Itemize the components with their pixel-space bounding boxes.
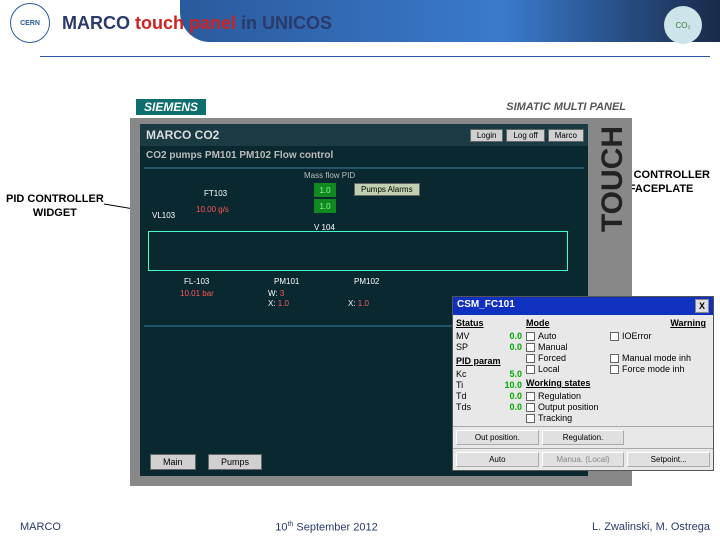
setpoint-button[interactable]: Setpoint... [627, 452, 710, 467]
vendor-badge: SIEMENS [136, 99, 206, 115]
sp-label: SP [456, 342, 468, 352]
auto-checkbox[interactable] [526, 332, 535, 341]
panel-bezel: SIEMENS SIMATIC MULTI PANEL [130, 96, 632, 118]
manual-local-button[interactable]: Manua. (Local) [542, 452, 625, 467]
outposition-button[interactable]: Out position. [456, 430, 539, 445]
tds-value: 0.0 [496, 402, 522, 412]
value-pm102-x: X: 1.0 [348, 299, 369, 308]
forced-label: Forced [538, 353, 566, 363]
faceplate-title: CSM_FC101 [457, 299, 515, 313]
annotation-widget: PID CONTROLLER WIDGET [6, 192, 104, 221]
outpos-checkbox[interactable] [526, 403, 535, 412]
tag-pm101: PM101 [274, 277, 299, 286]
kc-value: 5.0 [496, 369, 522, 379]
faceplate-titlebar[interactable]: CSM_FC101 X [453, 297, 713, 315]
td-label: Td [456, 391, 467, 401]
pid-widget-1[interactable]: 1.0 [314, 183, 336, 197]
user-badge: Marco [548, 129, 584, 142]
annotation-widget-l1: PID CONTROLLER [6, 192, 104, 206]
pumps-alarms-button[interactable]: Pumps Alarms [354, 183, 420, 196]
ioerror-label: IOError [622, 331, 652, 341]
header-rule [40, 56, 710, 57]
value-fl103: 10.01 bar [180, 289, 214, 298]
value-ft103: 10.00 g/s [196, 205, 229, 214]
td-value: 0.0 [496, 391, 522, 401]
regulation-checkbox[interactable] [526, 392, 535, 401]
logoff-button[interactable]: Log off [506, 129, 544, 142]
title-red: touch panel [135, 13, 241, 33]
touch-label: TOUCH [596, 126, 630, 232]
ti-value: 10.0 [496, 380, 522, 390]
tag-ft103: FT103 [204, 189, 227, 198]
tag-vl103: VL103 [152, 211, 175, 220]
slide-footer: MARCO 10th September 2012 L. Zwalinski, … [20, 521, 710, 534]
pid-widget-2[interactable]: 1.0 [314, 199, 336, 213]
page-title: MARCO touch panel in UNICOS [62, 13, 332, 34]
slide-header: CERN MARCO touch panel in UNICOS [0, 0, 720, 46]
annotation-widget-l2: WIDGET [6, 206, 104, 220]
regulation-label: Regulation [538, 391, 581, 401]
local-checkbox[interactable] [526, 365, 535, 374]
hmi-topbar: MARCO CO2 Login Log off Marco [140, 124, 588, 146]
local-label: Local [538, 364, 560, 374]
mode-header: Mode [526, 318, 606, 328]
ti-label: Ti [456, 380, 463, 390]
footer-authors: L. Zwalinski, M. Ostrega [592, 521, 710, 534]
value-pm101-x: X: 1.0 [268, 299, 289, 308]
tag-pm102: PM102 [354, 277, 379, 286]
auto-label: Auto [538, 331, 557, 341]
login-button[interactable]: Login [470, 129, 504, 142]
title-pre: MARCO [62, 13, 135, 33]
manual-checkbox[interactable] [526, 343, 535, 352]
mman-checkbox[interactable] [610, 354, 619, 363]
app-title: MARCO CO2 [146, 128, 219, 142]
fman-checkbox[interactable] [610, 365, 619, 374]
pipe-box [148, 231, 568, 271]
ioerror-checkbox[interactable] [610, 332, 619, 341]
footer-left: MARCO [20, 521, 61, 534]
tag-fl103: FL-103 [184, 277, 209, 286]
co2-logo: CO₂ [664, 6, 702, 44]
sp-value: 0.0 [496, 342, 522, 352]
manual-label: Manual [538, 342, 568, 352]
pumps-nav-button[interactable]: Pumps [208, 454, 262, 470]
screen-subtitle: CO2 pumps PM101 PM102 Flow control [146, 150, 588, 161]
close-button[interactable]: X [695, 299, 709, 313]
tracking-label: Tracking [538, 413, 572, 423]
tds-label: Tds [456, 402, 471, 412]
status-header: Status [456, 318, 522, 328]
outpos-label: Output position [538, 402, 599, 412]
model-label: SIMATIC MULTI PANEL [506, 101, 626, 113]
mman-label: Manual mode inh [622, 353, 691, 363]
kc-label: Kc [456, 369, 467, 379]
regulation-button[interactable]: Regulation. [542, 430, 625, 445]
tracking-checkbox[interactable] [526, 414, 535, 423]
footer-date: 10th September 2012 [275, 521, 377, 534]
mv-value: 0.0 [496, 331, 522, 341]
main-nav-button[interactable]: Main [150, 454, 196, 470]
fman-label: Force mode inh [622, 364, 685, 374]
title-post: in UNICOS [241, 13, 332, 33]
pid-label: Mass flow PID [304, 171, 355, 180]
forced-checkbox[interactable] [526, 354, 535, 363]
warning-header: Warning [610, 318, 706, 328]
mv-label: MV [456, 331, 470, 341]
pid-header: PID param [456, 356, 522, 366]
cern-logo: CERN [10, 3, 50, 43]
pid-faceplate: CSM_FC101 X Status MV 0.0 SP 0.0 PID param… [452, 296, 714, 471]
auto-button[interactable]: Auto [456, 452, 539, 467]
working-header: Working states [526, 378, 606, 388]
value-pm101-w: W: 3 [268, 289, 284, 298]
